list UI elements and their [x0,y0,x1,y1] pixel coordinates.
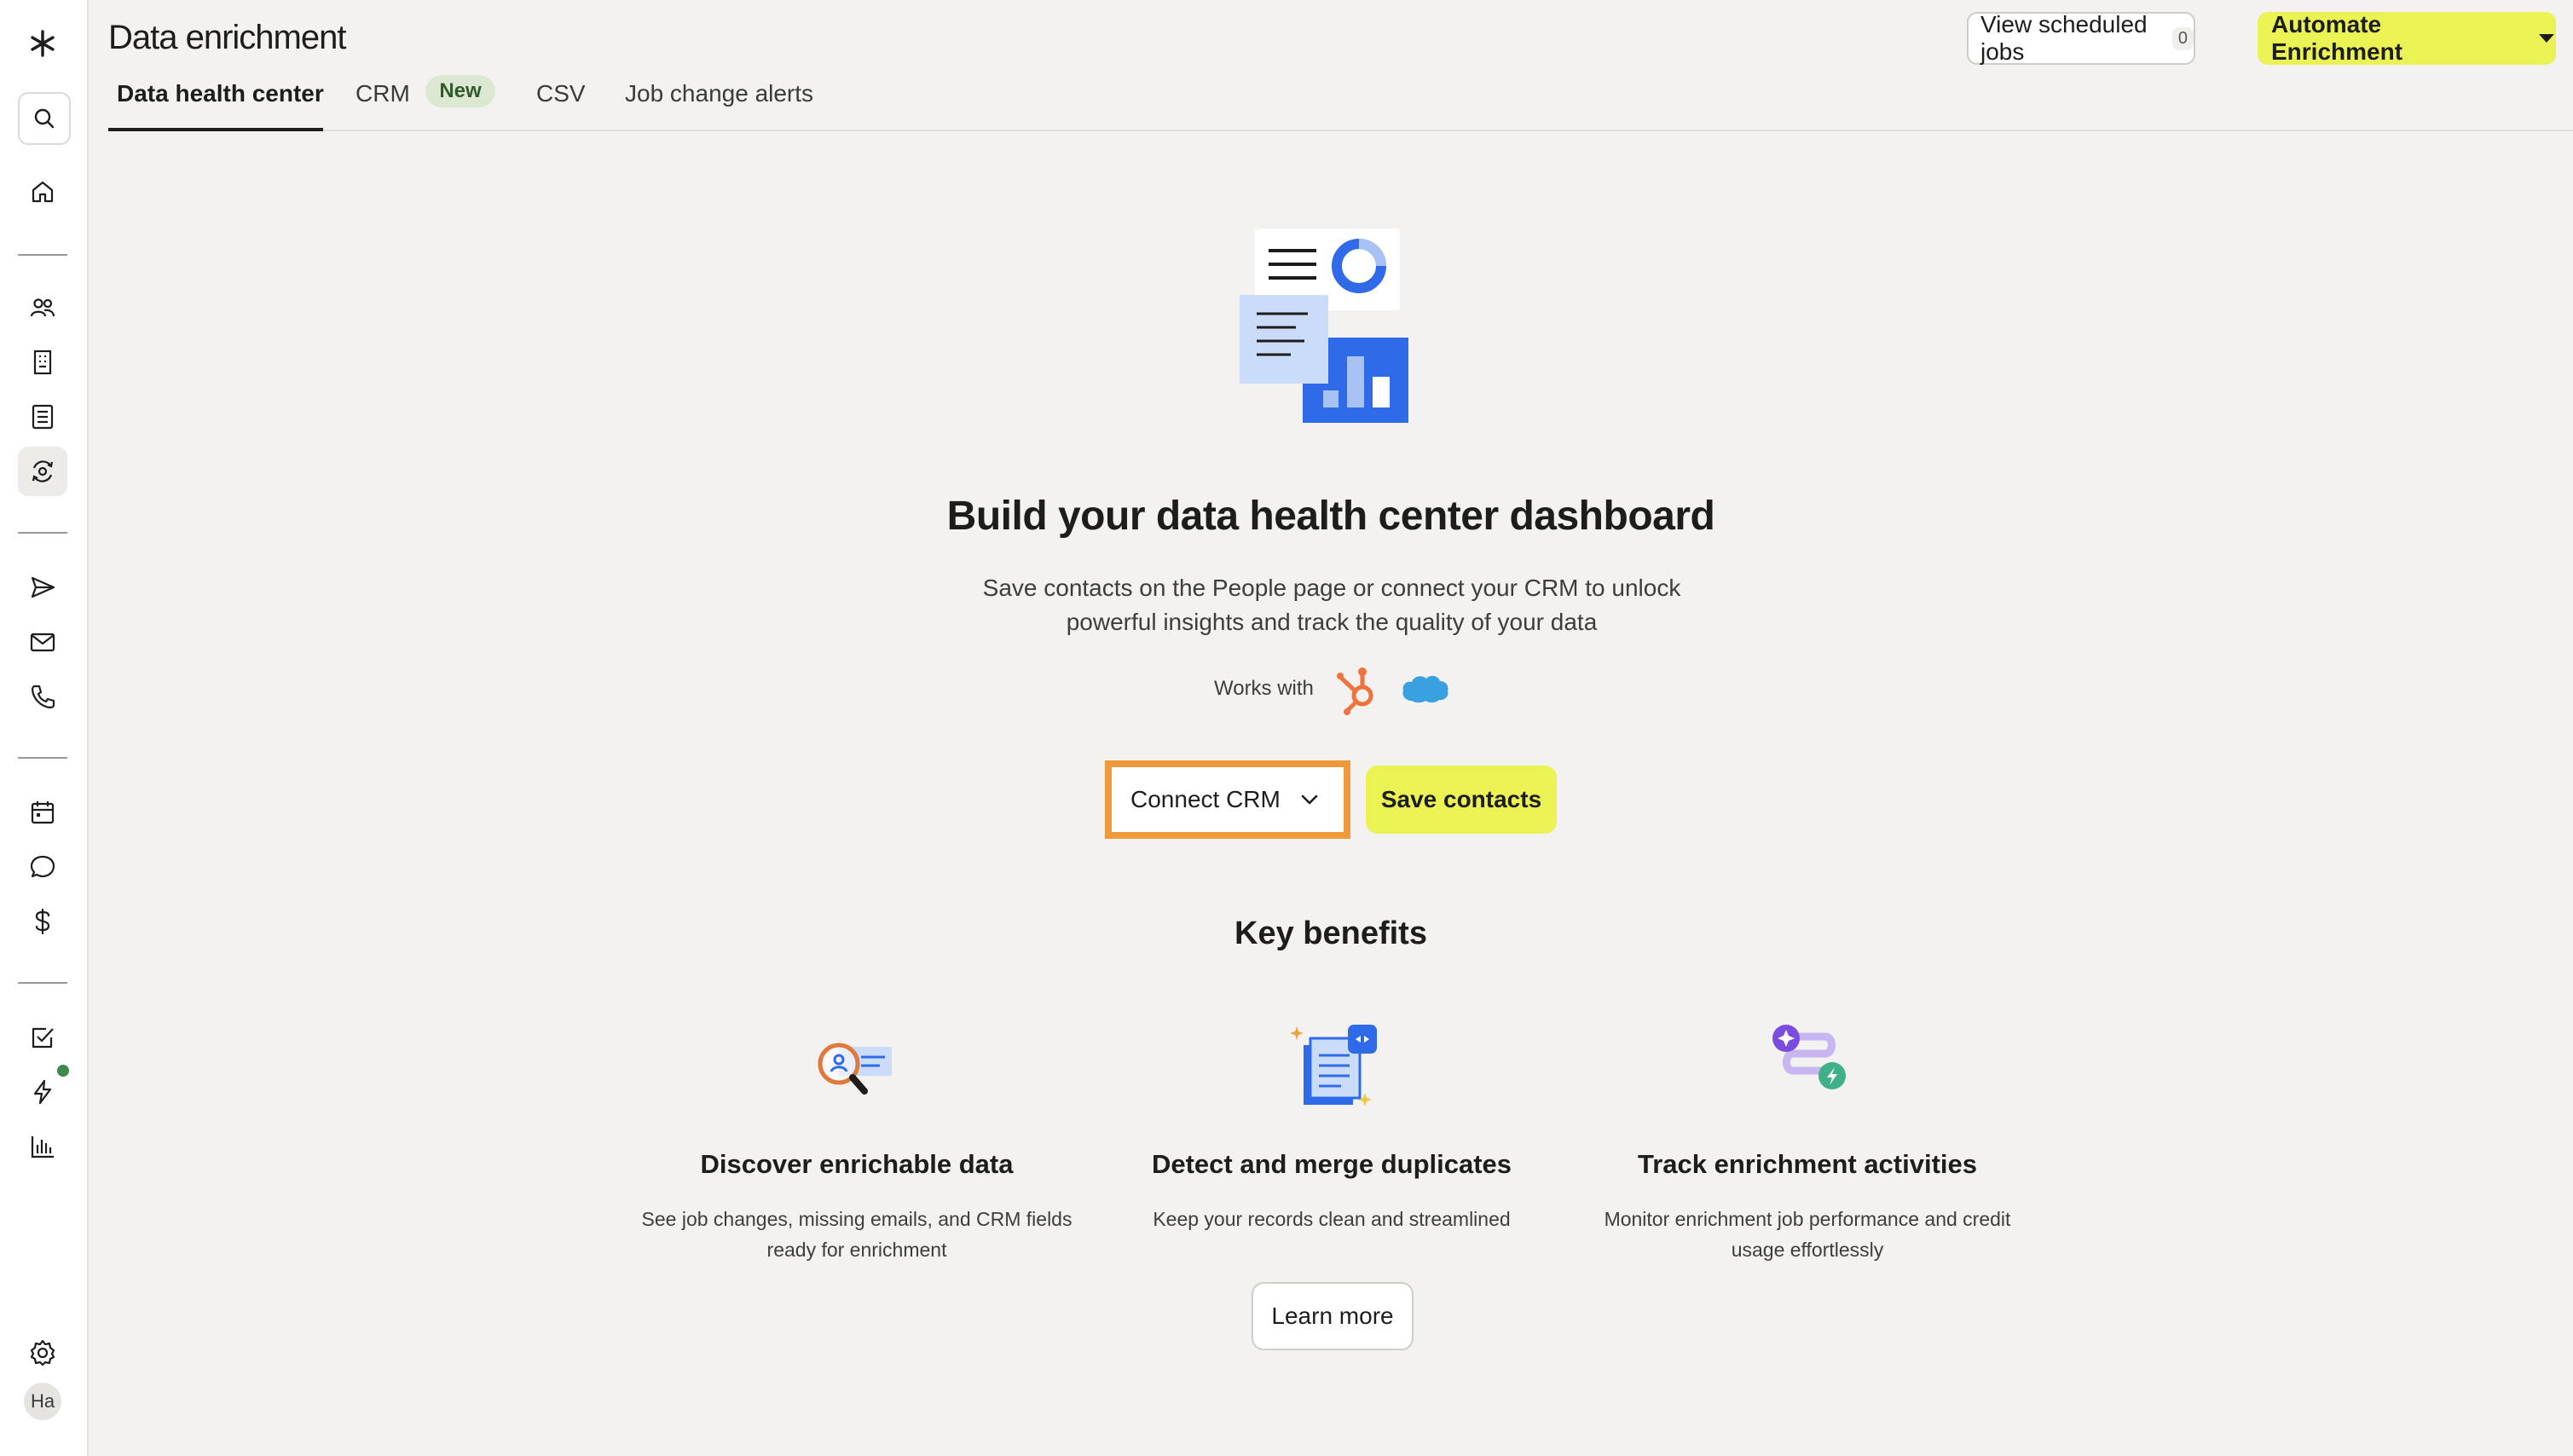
lists-icon[interactable] [18,392,67,442]
connect-crm-label: Connect CRM [1130,786,1281,812]
caret-down-icon [2539,34,2555,43]
dashboard-illustration-icon [1240,228,1408,423]
page-title: Data enrichment [108,19,346,56]
tab-bar-divider [108,130,2573,131]
hero-subtitle-line: powerful insights and track the quality … [1066,609,1598,635]
data-health-icon[interactable] [18,447,67,496]
works-with-label: Works with [1214,677,1314,700]
hero-subtitle: Save contacts on the People page or conn… [946,571,1717,639]
tab-csv[interactable]: CSV [536,80,586,107]
benefit-description: Monitor enrichment job performance and c… [1569,1204,2046,1265]
view-scheduled-jobs-button[interactable]: View scheduled jobs 0 [1967,11,2195,65]
search-icon[interactable] [18,92,71,145]
scheduled-jobs-count: 0 [2171,26,2194,50]
benefit-description-line: usage effortlessly [1731,1239,1884,1261]
companies-icon[interactable] [18,338,67,387]
hero-headline: Build your data health center dashboard [946,494,1715,539]
meetings-icon[interactable] [18,788,67,837]
home-icon[interactable] [18,167,67,217]
benefit-description-line: Monitor enrichment job performance and c… [1604,1208,2011,1230]
benefit-track-enrichment-activities: Track enrichment activities Monitor enri… [1569,1020,2046,1265]
sidebar-divider [18,254,67,256]
learn-more-button[interactable]: Learn more [1252,1282,1414,1350]
benefit-detect-merge-duplicates: Detect and merge duplicates Keep your re… [1093,1020,1570,1234]
sequences-icon[interactable] [18,563,67,612]
tab-data-health-center[interactable]: Data health center [117,80,324,107]
magnifier-contact-icon [818,1043,892,1095]
save-contacts-button[interactable]: Save contacts [1366,766,1557,834]
notification-dot [57,1065,69,1077]
avatar[interactable]: Ha [24,1383,61,1420]
analytics-icon[interactable] [18,1122,67,1171]
benefit-description-line: Keep your records clean and streamlined [1153,1208,1511,1230]
benefit-description: See job changes, missing emails, and CRM… [618,1204,1096,1265]
benefit-title: Track enrichment activities [1637,1149,1978,1179]
duplicate-documents-icon [1290,1025,1377,1106]
people-icon[interactable] [18,283,67,332]
hero-subtitle-line: Save contacts on the People page or conn… [982,575,1681,601]
benefit-title: Detect and merge duplicates [1151,1149,1512,1179]
key-benefits-heading: Key benefits [1234,916,1427,951]
tasks-icon[interactable] [18,1013,67,1062]
benefit-description-line: See job changes, missing emails, and CRM… [641,1208,1073,1230]
automate-enrichment-button[interactable]: Automate Enrichment [2258,11,2556,65]
benefit-description-line: ready for enrichment [766,1239,947,1261]
sidebar-divider [18,982,67,984]
phone-icon[interactable] [18,672,67,721]
conversations-icon[interactable] [18,842,67,892]
left-sidebar: Ha [0,0,89,1456]
benefit-description: Keep your records clean and streamlined [1093,1204,1570,1234]
hubspot-logo-icon [1337,667,1373,715]
benefit-title: Discover enrichable data [700,1149,1014,1179]
benefit-discover-enrichable-data: Discover enrichable data See job changes… [618,1020,1096,1265]
tab-crm[interactable]: CRM [356,80,410,107]
connect-crm-dropdown[interactable]: Connect CRM [1105,760,1350,839]
active-tab-indicator [108,128,323,131]
email-icon[interactable] [18,617,67,667]
sidebar-divider [18,757,67,759]
view-scheduled-jobs-label: View scheduled jobs [1980,11,2148,65]
new-badge: New [425,75,495,107]
chevron-down-icon [1301,794,1318,805]
logo-icon[interactable] [18,19,67,68]
automate-enrichment-label: Automate Enrichment [2271,11,2403,65]
tab-bar: Data health center CRM New CSV Job chang… [108,75,2573,131]
activity-track-icon [1772,1025,1846,1089]
settings-icon[interactable] [18,1328,67,1378]
tab-job-change-alerts[interactable]: Job change alerts [625,80,813,107]
salesforce-logo-icon [1402,675,1448,703]
